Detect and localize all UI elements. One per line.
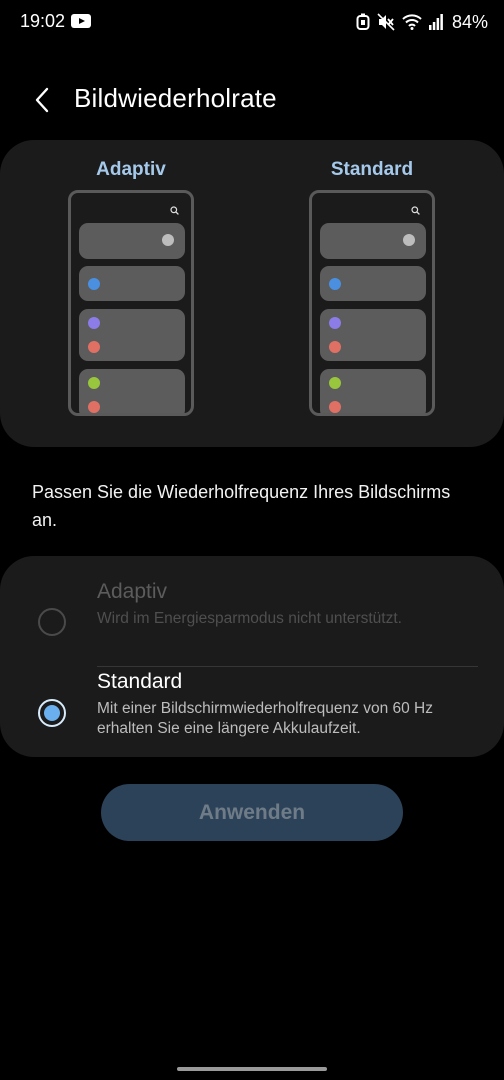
dot-icon	[162, 234, 174, 246]
option-adaptiv[interactable]: Adaptiv Wird im Energiesparmodus nicht u…	[0, 576, 504, 667]
chevron-left-icon	[35, 87, 49, 113]
home-indicator[interactable]	[177, 1067, 327, 1071]
wifi-icon	[402, 14, 422, 30]
option-standard[interactable]: Standard Mit einer Bildschirmwiederholfr…	[0, 666, 504, 746]
option-title-adaptiv: Adaptiv	[97, 580, 168, 603]
apply-button[interactable]: Anwenden	[101, 784, 403, 841]
youtube-icon	[71, 14, 91, 28]
preview-tile	[320, 369, 426, 413]
dot-icon	[403, 234, 415, 246]
option-subtitle-standard: Mit einer Bildschirmwiederholfrequenz vo…	[97, 700, 433, 737]
preview-tile	[79, 369, 185, 413]
radio-adaptiv[interactable]	[38, 608, 66, 636]
page-title: Bildwiederholrate	[74, 83, 277, 113]
dot-icon	[329, 317, 341, 329]
preview-standard: Standard	[307, 158, 437, 416]
preview-tile	[320, 266, 426, 301]
dot-icon	[88, 377, 100, 389]
back-button[interactable]	[24, 82, 60, 118]
dot-icon	[329, 377, 341, 389]
preview-tile	[79, 223, 185, 259]
dot-icon	[88, 341, 100, 353]
dot-icon	[329, 401, 341, 413]
status-time: 19:02	[20, 11, 66, 31]
dot-icon	[88, 401, 100, 413]
app-bar: Bildwiederholrate	[0, 78, 504, 122]
alarm-icon	[356, 13, 370, 31]
apply-button-label: Anwenden	[198, 800, 306, 824]
signal-icon	[428, 14, 443, 30]
preview-label-adaptiv: Adaptiv	[96, 159, 166, 180]
option-title-standard: Standard	[97, 670, 183, 693]
preview-tile	[320, 309, 426, 361]
mute-icon	[377, 13, 395, 31]
option-subtitle-adaptiv: Wird im Energiesparmodus nicht unterstüt…	[97, 610, 402, 627]
preview-label-standard: Standard	[330, 159, 414, 180]
preview-card: Adaptiv Standard	[0, 140, 504, 447]
refresh-rate-options: Adaptiv Wird im Energiesparmodus nicht u…	[0, 556, 504, 757]
phone-illustration	[68, 190, 194, 416]
battery-level: 84%	[451, 11, 488, 32]
search-icon	[170, 206, 179, 215]
phone-illustration	[309, 190, 435, 416]
search-icon	[411, 206, 420, 215]
status-icons: 84%	[356, 10, 488, 34]
dot-icon	[329, 341, 341, 353]
description-text: Passen Sie die Wiederholfrequenz Ihres B…	[32, 482, 451, 530]
status-bar: 19:02 84%	[0, 0, 504, 44]
preview-tile	[79, 266, 185, 301]
dot-icon	[88, 317, 100, 329]
radio-standard[interactable]	[38, 699, 66, 727]
preview-tile	[79, 309, 185, 361]
preview-tile	[320, 223, 426, 259]
preview-adaptiv: Adaptiv	[66, 158, 196, 416]
dot-icon	[88, 278, 100, 290]
dot-icon	[329, 278, 341, 290]
